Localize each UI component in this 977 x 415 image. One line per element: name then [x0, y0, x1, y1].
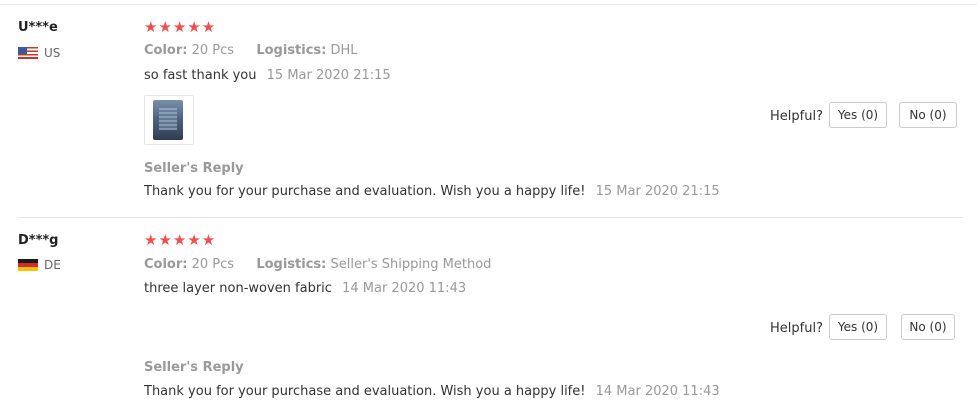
review-comment: three layer non-woven fabric 14 Mar 2020… [144, 281, 466, 296]
seller-reply-text: Thank you for your purchase and evaluati… [144, 384, 586, 399]
seller-reply-date: 15 Mar 2020 21:15 [595, 184, 720, 199]
review-item: D***g DE ★★★★★ Color: 20 Pcs Logistics: … [0, 218, 977, 415]
comment-date: 15 Mar 2020 21:15 [266, 68, 391, 83]
order-info: Color: 20 Pcs Logistics: Seller's Shippi… [144, 257, 491, 272]
country-code: DE [44, 258, 61, 272]
logistics-value: Seller's Shipping Method [330, 257, 492, 272]
comment-date: 14 Mar 2020 11:43 [342, 281, 467, 296]
seller-reply-title: Seller's Reply [144, 161, 244, 176]
review-item: U***e US ★★★★★ Color: 20 Pcs Logistics: … [0, 5, 977, 217]
comment-text: so fast thank you [144, 68, 257, 83]
helpful-no-button[interactable]: No (0) [901, 314, 955, 340]
country-code: US [44, 46, 61, 60]
star-rating: ★★★★★ [144, 18, 217, 36]
helpful-yes-button[interactable]: Yes (0) [829, 102, 887, 128]
reviewer-country: DE [18, 258, 61, 272]
color-value: 20 Pcs [191, 43, 235, 58]
logistics-label: Logistics: [256, 257, 327, 272]
review-photo-thumbnail[interactable] [144, 95, 194, 145]
color-label: Color: [144, 43, 188, 58]
logistics-value: DHL [330, 43, 358, 58]
order-info: Color: 20 Pcs Logistics: DHL [144, 43, 358, 58]
seller-reply-date: 14 Mar 2020 11:43 [595, 384, 720, 399]
helpful-label: Helpful? [770, 109, 823, 124]
review-comment: so fast thank you 15 Mar 2020 21:15 [144, 68, 391, 83]
seller-reply: Thank you for your purchase and evaluati… [144, 184, 720, 199]
reviewer-name: D***g [18, 233, 59, 248]
color-label: Color: [144, 257, 188, 272]
comment-text: three layer non-woven fabric [144, 281, 332, 296]
reviewer-country: US [18, 46, 60, 60]
helpful-label: Helpful? [770, 321, 823, 336]
face-mask-image [153, 100, 183, 140]
seller-reply-title: Seller's Reply [144, 360, 244, 375]
us-flag-icon [18, 47, 38, 59]
star-rating: ★★★★★ [144, 231, 217, 249]
seller-reply: Thank you for your purchase and evaluati… [144, 384, 720, 399]
de-flag-icon [18, 259, 38, 271]
logistics-label: Logistics: [256, 43, 327, 58]
helpful-no-button[interactable]: No (0) [899, 102, 957, 128]
seller-reply-text: Thank you for your purchase and evaluati… [144, 184, 586, 199]
color-value: 20 Pcs [191, 257, 235, 272]
reviewer-name: U***e [18, 20, 58, 35]
helpful-yes-button[interactable]: Yes (0) [829, 314, 887, 340]
